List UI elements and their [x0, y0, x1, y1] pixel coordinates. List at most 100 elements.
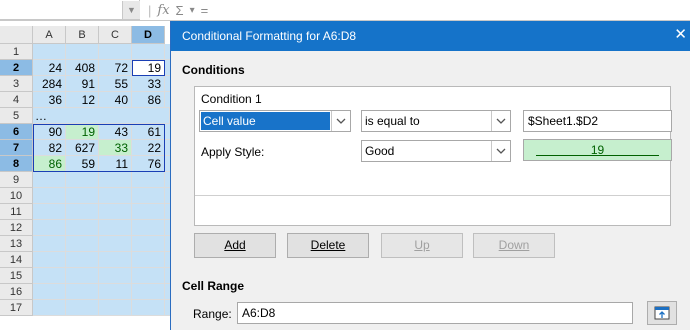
row-header-5[interactable]: 5	[0, 108, 33, 124]
cell-d17[interactable]	[132, 300, 165, 316]
column-header-a[interactable]: A	[33, 26, 66, 44]
cell-d2[interactable]: 19	[132, 60, 165, 76]
cell-c1[interactable]	[99, 44, 132, 60]
cell-c12[interactable]	[99, 220, 132, 236]
row-header-12[interactable]: 12	[0, 220, 33, 236]
cell-b10[interactable]	[66, 188, 99, 204]
cell-a12[interactable]	[33, 220, 66, 236]
cell-c16[interactable]	[99, 284, 132, 300]
cell-a3[interactable]: 284	[33, 76, 66, 92]
cell-a2[interactable]: 24	[33, 60, 66, 76]
cell-d3[interactable]: 33	[132, 76, 165, 92]
cell-a4[interactable]: 36	[33, 92, 66, 108]
cell-c11[interactable]	[99, 204, 132, 220]
formula-equals-icon[interactable]: =	[201, 3, 209, 18]
sum-dropdown-icon[interactable]: ▾	[190, 5, 195, 16]
cell-a11[interactable]	[33, 204, 66, 220]
cell-c14[interactable]	[99, 252, 132, 268]
range-input[interactable]: A6:D8	[237, 302, 633, 324]
cell-d9[interactable]	[132, 172, 165, 188]
cell-a1[interactable]	[33, 44, 66, 60]
apply-style-combo[interactable]: Good	[361, 140, 511, 162]
cell-c3[interactable]: 55	[99, 76, 132, 92]
row-header-2[interactable]: 2	[0, 60, 33, 76]
cell-a10[interactable]	[33, 188, 66, 204]
cell-b16[interactable]	[66, 284, 99, 300]
condition-value-input[interactable]: $Sheet1.$D2	[523, 110, 672, 132]
name-box[interactable]: ▼	[0, 0, 140, 20]
row-header-7[interactable]: 7	[0, 140, 33, 156]
chevron-down-icon[interactable]	[491, 111, 510, 131]
close-icon[interactable]: ✕	[674, 26, 687, 44]
function-wizard-icon[interactable]: fx	[157, 3, 169, 18]
cell-a13[interactable]	[33, 236, 66, 252]
cell-c17[interactable]	[99, 300, 132, 316]
name-box-dropdown-icon[interactable]: ▼	[122, 1, 140, 19]
condition-type-combo[interactable]: Cell value	[199, 110, 351, 132]
row-header-4[interactable]: 4	[0, 92, 33, 108]
cell-c10[interactable]	[99, 188, 132, 204]
cell-a14[interactable]	[33, 252, 66, 268]
cell-a7[interactable]: 82	[33, 140, 66, 156]
cell-a6[interactable]: 90	[33, 124, 66, 140]
cell-d14[interactable]	[132, 252, 165, 268]
row-header-10[interactable]: 10	[0, 188, 33, 204]
cell-c2[interactable]: 72	[99, 60, 132, 76]
cell-d12[interactable]	[132, 220, 165, 236]
cell-a16[interactable]	[33, 284, 66, 300]
cell-d4[interactable]: 86	[132, 92, 165, 108]
up-button[interactable]: Up	[381, 233, 463, 258]
cell-b11[interactable]	[66, 204, 99, 220]
cell-d10[interactable]	[132, 188, 165, 204]
delete-button[interactable]: Delete	[287, 233, 369, 258]
condition-operator-combo[interactable]: is equal to	[361, 110, 511, 132]
chevron-down-icon[interactable]	[331, 111, 350, 131]
cell-b6[interactable]: 19	[66, 124, 99, 140]
cell-b13[interactable]	[66, 236, 99, 252]
spreadsheet-grid[interactable]: A B C D 1 2 24 408 72 19 3 284 91 55 33 4 36 12 40 86 5… 6 90 1…	[0, 21, 170, 330]
cell-b12[interactable]	[66, 220, 99, 236]
down-button[interactable]: Down	[473, 233, 555, 258]
cell-b15[interactable]	[66, 268, 99, 284]
row-header-16[interactable]: 16	[0, 284, 33, 300]
sum-icon[interactable]: Σ	[176, 3, 184, 18]
row-header-13[interactable]: 13	[0, 236, 33, 252]
cell-a17[interactable]	[33, 300, 66, 316]
cell-c8[interactable]: 11	[99, 156, 132, 172]
chevron-down-icon[interactable]	[491, 141, 510, 161]
cell-c7[interactable]: 33	[99, 140, 132, 156]
cell-c9[interactable]	[99, 172, 132, 188]
row-header-11[interactable]: 11	[0, 204, 33, 220]
cell-d1[interactable]	[132, 44, 165, 60]
column-header-d[interactable]: D	[132, 26, 165, 44]
cell-d16[interactable]	[132, 284, 165, 300]
dialog-titlebar[interactable]: Conditional Formatting for A6:D8 ✕	[171, 21, 690, 51]
cell-d7[interactable]: 22	[132, 140, 165, 156]
cell-a8[interactable]: 86	[33, 156, 66, 172]
cell-b17[interactable]	[66, 300, 99, 316]
cell-c4[interactable]: 40	[99, 92, 132, 108]
cell-d6[interactable]: 61	[132, 124, 165, 140]
cell-a9[interactable]	[33, 172, 66, 188]
column-header-c[interactable]: C	[99, 26, 132, 44]
row-header-9[interactable]: 9	[0, 172, 33, 188]
add-button[interactable]: Add	[194, 233, 276, 258]
cell-b7[interactable]: 627	[66, 140, 99, 156]
cell-b14[interactable]	[66, 252, 99, 268]
row-header-14[interactable]: 14	[0, 252, 33, 268]
row-header-15[interactable]: 15	[0, 268, 33, 284]
column-header-b[interactable]: B	[66, 26, 99, 44]
cell-c13[interactable]	[99, 236, 132, 252]
cell-c15[interactable]	[99, 268, 132, 284]
cell-b1[interactable]	[66, 44, 99, 60]
row-header-8[interactable]: 8	[0, 156, 33, 172]
cell-d8[interactable]: 76	[132, 156, 165, 172]
row-header-6[interactable]: 6	[0, 124, 33, 140]
cell-b2[interactable]: 408	[66, 60, 99, 76]
cell-b4[interactable]: 12	[66, 92, 99, 108]
cell-b8[interactable]: 59	[66, 156, 99, 172]
cell-a15[interactable]	[33, 268, 66, 284]
row-header-17[interactable]: 17	[0, 300, 33, 316]
cell-b9[interactable]	[66, 172, 99, 188]
cell-c6[interactable]: 43	[99, 124, 132, 140]
